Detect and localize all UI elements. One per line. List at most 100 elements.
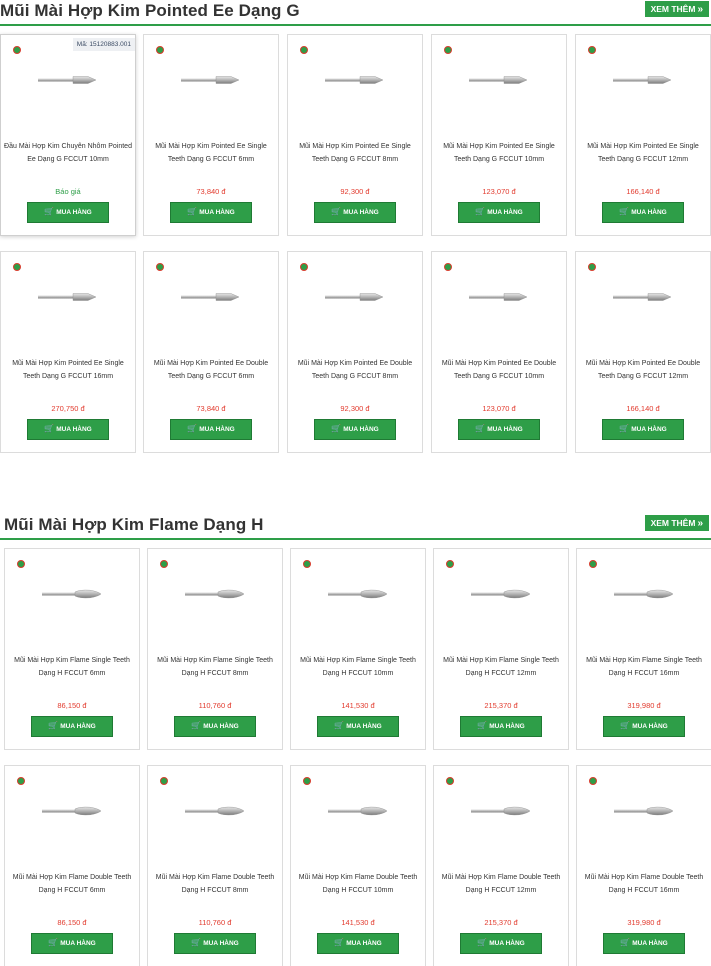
product-price: 92,300 đ	[340, 187, 370, 196]
see-more-button[interactable]: XEM THÊM»	[644, 1, 709, 17]
buy-button[interactable]: 🛒 MUA HÀNG	[314, 202, 396, 223]
product-image[interactable]	[577, 804, 711, 830]
product-name[interactable]: Mũi Mài Hợp Kim Flame Single Teeth Dạng …	[580, 654, 708, 680]
product-name[interactable]: Mũi Mài Hợp Kim Pointed Ee Single Teeth …	[4, 357, 132, 383]
product-image[interactable]	[434, 804, 568, 830]
product-name[interactable]: Mũi Mài Hợp Kim Flame Single Teeth Dạng …	[294, 654, 422, 680]
product-card[interactable]: Mũi Mài Hợp Kim Pointed Ee Double Teeth …	[575, 251, 711, 453]
buy-button-label: MUA HÀNG	[487, 426, 523, 433]
product-name[interactable]: Mũi Mài Hợp Kim Pointed Ee Double Teeth …	[147, 357, 275, 383]
product-card[interactable]: Mũi Mài Hợp Kim Pointed Ee Single Teeth …	[143, 34, 279, 236]
buy-button[interactable]: 🛒 MUA HÀNG	[174, 716, 256, 737]
product-card[interactable]: Mũi Mài Hợp Kim Pointed Ee Double Teeth …	[287, 251, 423, 453]
product-image[interactable]	[291, 804, 425, 830]
product-name[interactable]: Mũi Mài Hợp Kim Pointed Ee Single Teeth …	[147, 140, 275, 166]
buy-button[interactable]: 🛒 MUA HÀNG	[170, 419, 252, 440]
product-name[interactable]: Mũi Mài Hợp Kim Flame Double Teeth Dạng …	[151, 871, 279, 897]
product-name[interactable]: Mũi Mài Hợp Kim Flame Double Teeth Dạng …	[294, 871, 422, 897]
product-name[interactable]: Mũi Mài Hợp Kim Pointed Ee Single Teeth …	[291, 140, 419, 166]
product-name[interactable]: Mũi Mài Hợp Kim Flame Single Teeth Dạng …	[8, 654, 136, 680]
buy-button[interactable]: 🛒 MUA HÀNG	[317, 716, 399, 737]
section-header: Mũi Mài Hợp Kim Flame Dạng H XEM THÊM»	[0, 514, 711, 540]
product-image[interactable]	[148, 587, 282, 613]
buy-button[interactable]: 🛒 MUA HÀNG	[31, 933, 113, 954]
product-image[interactable]	[148, 804, 282, 830]
product-name[interactable]: Mũi Mài Hợp Kim Flame Double Teeth Dạng …	[437, 871, 565, 897]
buy-button[interactable]: 🛒 MUA HÀNG	[317, 933, 399, 954]
product-image[interactable]	[291, 587, 425, 613]
product-image[interactable]	[144, 73, 278, 99]
product-name[interactable]: Mũi Mài Hợp Kim Pointed Ee Double Teeth …	[435, 357, 563, 383]
buy-button[interactable]: 🛒 MUA HÀNG	[460, 716, 542, 737]
product-name[interactable]: Mũi Mài Hợp Kim Pointed Ee Double Teeth …	[579, 357, 707, 383]
product-name[interactable]: Mũi Mài Hợp Kim Pointed Ee Single Teeth …	[435, 140, 563, 166]
section-pointed-ee-g: Mũi Mài Hợp Kim Pointed Ee Dạng G XEM TH…	[0, 0, 711, 453]
buy-button[interactable]: 🛒 MUA HÀNG	[31, 716, 113, 737]
buy-button[interactable]: 🛒 MUA HÀNG	[27, 419, 109, 440]
product-card[interactable]: Mũi Mài Hợp Kim Flame Single Teeth Dạng …	[433, 548, 569, 750]
cart-icon: 🛒	[334, 938, 345, 947]
buy-button[interactable]: 🛒 MUA HÀNG	[27, 202, 109, 223]
product-card[interactable]: Mũi Mài Hợp Kim Pointed Ee Double Teeth …	[143, 251, 279, 453]
product-image[interactable]	[5, 804, 139, 830]
buy-button[interactable]: 🛒 MUA HÀNG	[174, 933, 256, 954]
product-image[interactable]	[432, 290, 566, 316]
buy-button[interactable]: 🛒 MUA HÀNG	[602, 419, 684, 440]
product-card[interactable]: Mũi Mài Hợp Kim Pointed Ee Double Teeth …	[431, 251, 567, 453]
product-image[interactable]	[1, 290, 135, 316]
buy-button[interactable]: 🛒 MUA HÀNG	[170, 202, 252, 223]
product-image[interactable]	[434, 587, 568, 613]
product-card[interactable]: Mũi Mài Hợp Kim Flame Single Teeth Dạng …	[290, 548, 426, 750]
product-card[interactable]: Mũi Mài Hợp Kim Flame Double Teeth Dạng …	[147, 765, 283, 966]
see-more-label: XEM THÊM	[650, 518, 696, 528]
cart-icon: 🛒	[620, 721, 631, 730]
see-more-button[interactable]: XEM THÊM»	[644, 515, 709, 531]
product-card[interactable]: Mũi Mài Hợp Kim Flame Double Teeth Dạng …	[433, 765, 569, 966]
product-image[interactable]	[576, 290, 710, 316]
buy-button[interactable]: 🛒 MUA HÀNG	[458, 419, 540, 440]
product-image[interactable]	[1, 73, 135, 99]
product-name[interactable]: Mũi Mài Hợp Kim Pointed Ee Double Teeth …	[291, 357, 419, 383]
product-name[interactable]: Đầu Mài Hợp Kim Chuyên Nhôm Pointed Ee D…	[4, 140, 132, 166]
product-card[interactable]: Mũi Mài Hợp Kim Flame Double Teeth Dạng …	[4, 765, 140, 966]
buy-button-label: MUA HÀNG	[632, 940, 668, 947]
brand-logo-icon	[160, 560, 168, 568]
product-card[interactable]: Mũi Mài Hợp Kim Pointed Ee Single Teeth …	[0, 251, 136, 453]
buy-button[interactable]: 🛒 MUA HÀNG	[603, 716, 685, 737]
buy-button-label: MUA HÀNG	[199, 209, 235, 216]
buy-button[interactable]: 🛒 MUA HÀNG	[458, 202, 540, 223]
product-card[interactable]: Mũi Mài Hợp Kim Pointed Ee Single Teeth …	[287, 34, 423, 236]
buy-button-label: MUA HÀNG	[346, 723, 382, 730]
product-card[interactable]: Mũi Mài Hợp Kim Flame Double Teeth Dạng …	[576, 765, 711, 966]
double-chevron-right-icon: »	[697, 4, 703, 15]
product-image[interactable]	[288, 290, 422, 316]
product-card[interactable]: Mũi Mài Hợp Kim Flame Single Teeth Dạng …	[147, 548, 283, 750]
product-name[interactable]: Mũi Mài Hợp Kim Flame Double Teeth Dạng …	[580, 871, 708, 897]
carbide-burr-icon	[181, 76, 240, 84]
carbide-burr-icon	[469, 293, 528, 301]
buy-button[interactable]: 🛒 MUA HÀNG	[602, 202, 684, 223]
buy-button[interactable]: 🛒 MUA HÀNG	[603, 933, 685, 954]
product-image[interactable]	[432, 73, 566, 99]
product-price: 110,760 đ	[198, 701, 232, 710]
buy-button[interactable]: 🛒 MUA HÀNG	[460, 933, 542, 954]
buy-button-label: MUA HÀNG	[56, 209, 92, 216]
product-price: 215,370 đ	[484, 701, 518, 710]
product-image[interactable]	[144, 290, 278, 316]
product-price: 92,300 đ	[340, 404, 370, 413]
product-card[interactable]: Mã: 15120883.001 Đầu Mài Hợp Kim Chuyên N…	[0, 34, 136, 236]
product-name[interactable]: Mũi Mài Hợp Kim Pointed Ee Single Teeth …	[579, 140, 707, 166]
product-name[interactable]: Mũi Mài Hợp Kim Flame Single Teeth Dạng …	[437, 654, 565, 680]
product-image[interactable]	[5, 587, 139, 613]
product-card[interactable]: Mũi Mài Hợp Kim Flame Double Teeth Dạng …	[290, 765, 426, 966]
product-card[interactable]: Mũi Mài Hợp Kim Pointed Ee Single Teeth …	[575, 34, 711, 236]
product-image[interactable]	[577, 587, 711, 613]
product-image[interactable]	[288, 73, 422, 99]
buy-button[interactable]: 🛒 MUA HÀNG	[314, 419, 396, 440]
product-card[interactable]: Mũi Mài Hợp Kim Flame Single Teeth Dạng …	[576, 548, 711, 750]
product-name[interactable]: Mũi Mài Hợp Kim Flame Double Teeth Dạng …	[8, 871, 136, 897]
product-card[interactable]: Mũi Mài Hợp Kim Flame Single Teeth Dạng …	[4, 548, 140, 750]
product-image[interactable]	[576, 73, 710, 99]
product-name[interactable]: Mũi Mài Hợp Kim Flame Single Teeth Dạng …	[151, 654, 279, 680]
product-card[interactable]: Mũi Mài Hợp Kim Pointed Ee Single Teeth …	[431, 34, 567, 236]
